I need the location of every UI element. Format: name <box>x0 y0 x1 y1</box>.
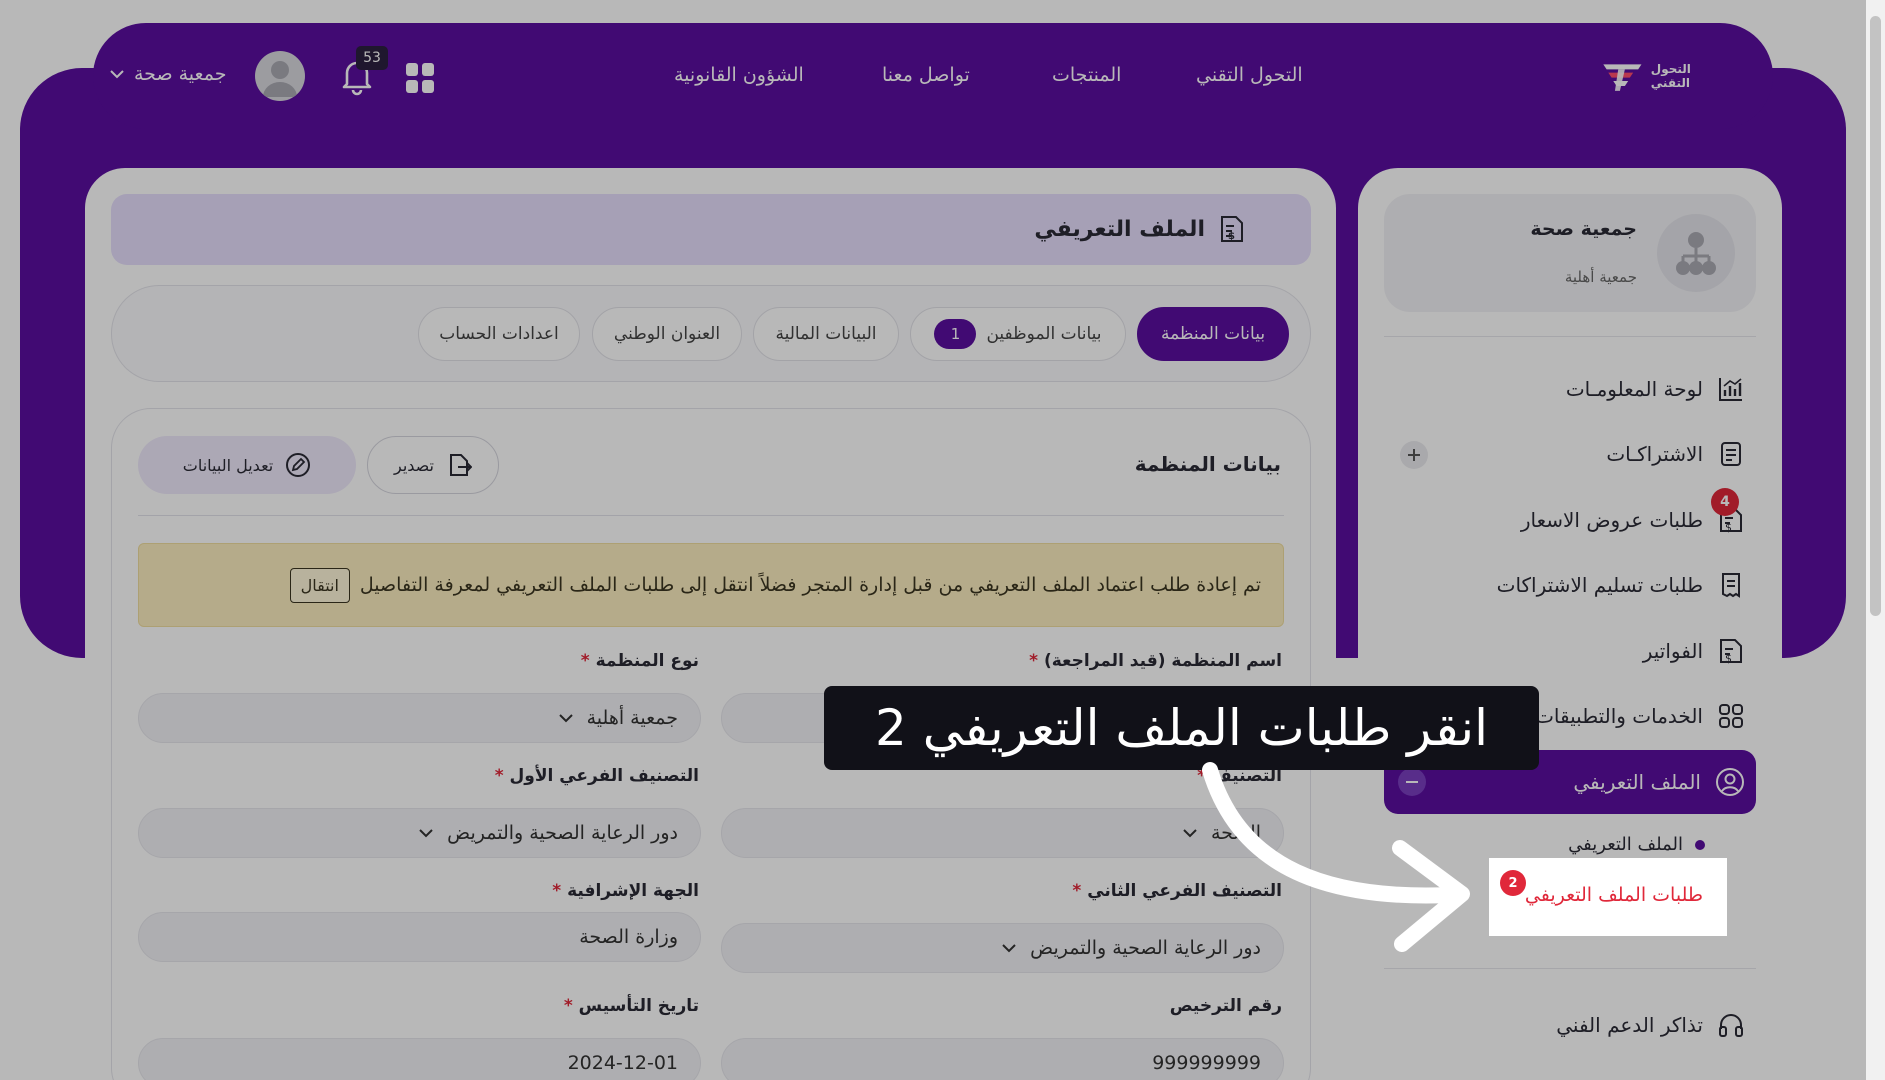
curved-arrow-icon <box>1202 762 1470 952</box>
sub-item-profile-requests[interactable]: طلبات الملف التعريفي <box>1525 884 1703 906</box>
tutorial-tooltip: انقر طلبات الملف التعريفي 2 <box>824 686 1539 770</box>
profile-requests-badge: 2 <box>1500 870 1526 896</box>
scrollbar-thumb[interactable] <box>1870 16 1881 616</box>
